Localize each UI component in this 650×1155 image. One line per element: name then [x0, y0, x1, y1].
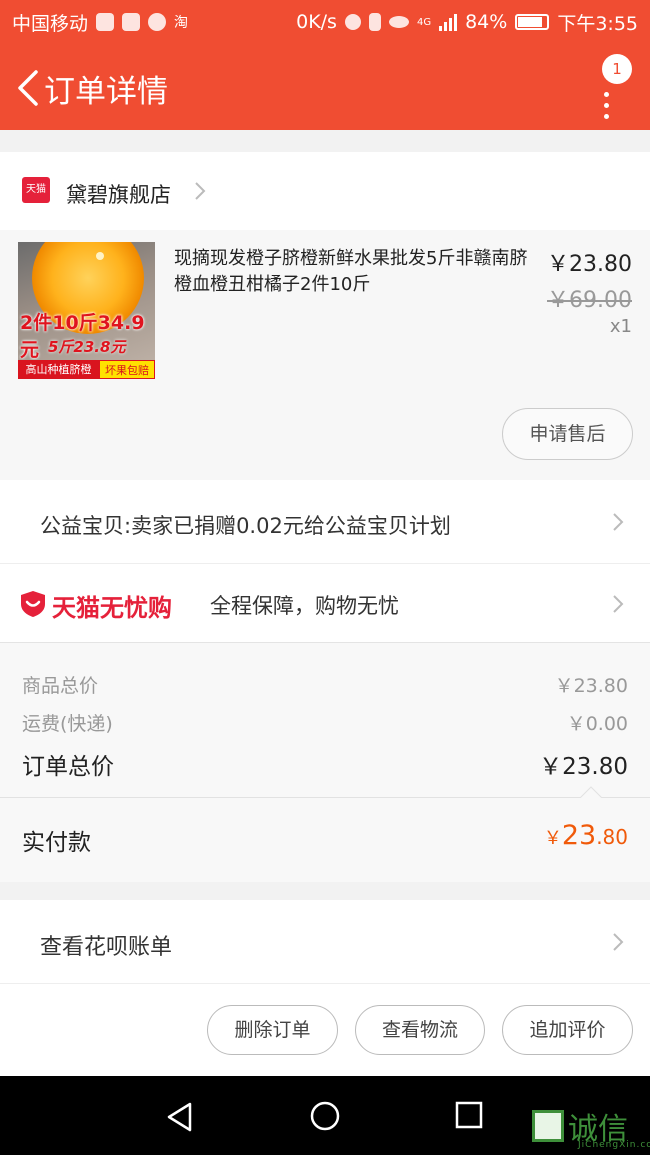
product-image-banner: 高山种植脐橙 坏果包赔: [18, 360, 155, 379]
watermark-box-icon: [532, 1110, 564, 1142]
guarantee-brand: 天猫无忧购: [52, 594, 172, 622]
paid-decimal: .80: [596, 825, 628, 849]
order-total-label: 订单总价: [22, 754, 114, 780]
shipping-value: ￥0.00: [566, 713, 628, 735]
battery-icon: [515, 14, 550, 30]
paid-currency: ￥: [543, 828, 562, 849]
back-triangle-icon[interactable]: [166, 1102, 194, 1132]
product-title[interactable]: 现摘现发橙子脐橙新鲜水果批发5斤非赣南脐橙血橙丑柑橘子2件10斤: [174, 246, 536, 298]
price-summary: 商品总价 ￥23.80 运费(快递) ￥0.00 订单总价 ￥23.80 实付款…: [0, 642, 650, 882]
divider: [0, 797, 650, 798]
chevron-right-icon: [195, 182, 206, 200]
back-arrow-icon[interactable]: [14, 70, 44, 106]
eye-icon: [388, 16, 409, 28]
system-nav-bar: 诚信 JiChengXin.com: [0, 1076, 650, 1155]
battery-percent: 84%: [465, 11, 508, 33]
delete-order-button[interactable]: 删除订单: [207, 1005, 338, 1055]
product-image-banner-left: 高山种植脐橙: [18, 360, 99, 379]
net-speed: 0K/s: [296, 11, 337, 33]
charity-text: 公益宝贝:卖家已捐赠0.02元给公益宝贝计划: [40, 514, 451, 538]
carrier-label: 中国移动: [12, 12, 89, 35]
shop-row[interactable]: 天猫 黛碧旗舰店: [0, 152, 650, 230]
goods-total-row: 商品总价 ￥23.80: [22, 671, 628, 698]
sim-icon: [96, 13, 115, 31]
tmall-logo-icon: 天猫: [22, 177, 50, 203]
huabei-text: 查看花呗账单: [40, 935, 173, 960]
product-original-price: ￥69.00: [547, 288, 632, 313]
headphone-icon: [344, 14, 361, 30]
chevron-right-icon: [613, 933, 624, 951]
huabei-row[interactable]: 查看花呗账单: [0, 900, 650, 984]
view-logistics-button[interactable]: 查看物流: [355, 1005, 485, 1055]
app-notification-icon: [122, 13, 141, 31]
clock: 下午3:55: [557, 12, 638, 35]
paid-integer: 23: [561, 820, 597, 851]
order-total-value: ￥23.80: [539, 754, 628, 780]
more-dots-icon: [604, 92, 610, 125]
more-menu-button[interactable]: 1: [596, 54, 640, 124]
shipping-row: 运费(快递) ￥0.00: [22, 709, 628, 736]
page-title: 订单详情: [44, 74, 168, 110]
chevron-right-icon: [613, 513, 624, 531]
paid-label: 实付款: [22, 830, 91, 856]
goods-total-label: 商品总价: [22, 675, 99, 697]
product-image[interactable]: 2件10斤34.9元 5斤23.8元 高山种植脐橙 坏果包赔: [18, 242, 155, 379]
recent-apps-square-icon[interactable]: [455, 1101, 483, 1129]
signal-icon: [439, 13, 458, 31]
charity-row[interactable]: 公益宝贝:卖家已捐赠0.02元给公益宝贝计划: [0, 480, 650, 564]
vibrate-icon: [368, 13, 381, 31]
product-image-banner-right: 坏果包赔: [99, 360, 155, 379]
product-price: ￥23.80: [547, 252, 632, 277]
product-quantity: x1: [609, 316, 632, 337]
product-item[interactable]: 2件10斤34.9元 5斤23.8元 高山种植脐橙 坏果包赔 现摘现发橙子脐橙新…: [0, 230, 650, 480]
action-bar: 删除订单 查看物流 追加评价: [0, 984, 650, 1076]
order-total-row: 订单总价 ￥23.80: [22, 747, 628, 781]
network-type-label: 4G: [416, 16, 432, 28]
goods-total-value: ￥23.80: [554, 675, 628, 697]
notification-badge: 1: [602, 54, 632, 84]
header-bar: 订单详情 1: [0, 44, 650, 130]
product-image-promo-sub: 5斤23.8元: [48, 338, 126, 356]
after-sale-button[interactable]: 申请售后: [502, 408, 633, 460]
chevron-right-icon: [613, 595, 624, 613]
paid-amount: ￥23.80: [544, 820, 628, 851]
add-review-button[interactable]: 追加评价: [502, 1005, 633, 1055]
caret-up-icon: [580, 786, 602, 798]
guarantee-row[interactable]: 天猫无忧购 全程保障，购物无忧: [0, 564, 650, 642]
taobao-icon: 淘: [174, 15, 189, 31]
guarantee-text: 全程保障，购物无忧: [210, 594, 399, 618]
chat-icon: [148, 13, 167, 31]
shield-icon: [21, 591, 45, 617]
home-circle-icon[interactable]: [309, 1100, 341, 1132]
shipping-label: 运费(快递): [22, 713, 113, 735]
shop-name: 黛碧旗舰店: [66, 183, 171, 207]
status-bar: 中国移动 淘 0K/s 4G 84% 下午3:55: [0, 0, 650, 44]
watermark-subtext: JiChengXin.com: [578, 1140, 650, 1150]
